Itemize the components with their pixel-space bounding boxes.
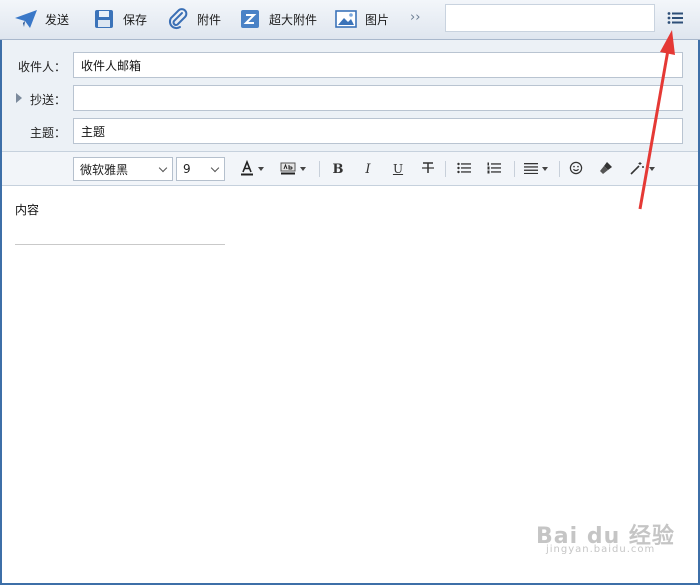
save-label: 保存 [123, 12, 148, 27]
cc-field[interactable] [73, 85, 683, 111]
image-label: 图片 [365, 12, 390, 27]
underline-button[interactable]: U [391, 160, 405, 178]
highlight-icon [280, 160, 296, 179]
magic-wand-icon [629, 161, 645, 178]
emoji-button[interactable] [569, 160, 583, 178]
save-button[interactable]: 保存 [92, 6, 147, 32]
list-menu-button[interactable] [662, 6, 688, 32]
caret-down-icon [542, 167, 548, 171]
watermark-url: jingyan.baidu.com [546, 544, 656, 555]
paper-plane-icon [14, 8, 38, 30]
chevron-down-icon [158, 163, 168, 173]
send-button[interactable]: 发送 [14, 6, 69, 32]
font-family-select[interactable]: 微软雅黑 [73, 157, 173, 181]
big-attach-button[interactable]: 超大附件 [238, 6, 317, 32]
format-painter-button[interactable] [599, 160, 613, 178]
bold-icon: B [332, 161, 344, 177]
body-content-text[interactable]: 内容 [15, 201, 39, 218]
format-toolbar: 微软雅黑 9 B I U [2, 152, 698, 186]
big-attach-label: 超大附件 [269, 12, 318, 27]
to-field[interactable] [73, 52, 683, 78]
bold-button[interactable]: B [331, 160, 345, 178]
magic-wand-button[interactable] [629, 160, 655, 178]
italic-button[interactable]: I [361, 160, 375, 178]
brush-icon [599, 161, 613, 178]
highlight-color-button[interactable] [280, 160, 306, 178]
chevron-down-icon [210, 163, 220, 173]
more-tools-button[interactable]: ›› [410, 10, 420, 25]
bullet-list-icon [457, 162, 471, 177]
numbered-list-icon [487, 162, 501, 177]
align-button[interactable] [524, 160, 548, 178]
smiley-icon [569, 161, 583, 178]
font-size-value: 9 [183, 162, 191, 176]
attach-label: 附件 [197, 12, 222, 27]
baidu-jingyan-watermark: Bai du 经验 jingyan.baidu.com [536, 518, 675, 555]
font-size-select[interactable]: 9 [176, 157, 225, 181]
cc-row: 抄送： [2, 85, 698, 111]
font-color-button[interactable] [240, 159, 264, 179]
align-icon [524, 162, 538, 177]
toolbar-search-input[interactable] [445, 4, 655, 32]
subject-field[interactable] [73, 118, 683, 144]
toolbar-divider [514, 161, 515, 177]
underline-icon: U [392, 162, 404, 176]
subject-row: 主题： [2, 118, 698, 144]
signature-divider [15, 244, 225, 245]
compose-toolbar: 发送 保存 附件 超大附件 图片 ›› [0, 0, 700, 40]
caret-down-icon [258, 167, 264, 171]
subject-label: 主题： [29, 126, 66, 140]
font-family-value: 微软雅黑 [80, 162, 129, 177]
image-button[interactable]: 图片 [334, 6, 389, 32]
italic-icon: I [365, 161, 371, 177]
bullet-list-button[interactable] [457, 160, 471, 178]
font-color-icon [240, 159, 254, 179]
list-icon [667, 11, 683, 28]
cc-label: 抄送： [29, 93, 66, 107]
strikethrough-icon [421, 161, 435, 178]
caret-down-icon [300, 167, 306, 171]
paperclip-icon [166, 8, 190, 30]
toolbar-divider [445, 161, 446, 177]
send-label: 发送 [45, 12, 70, 27]
toolbar-divider [319, 161, 320, 177]
attach-button[interactable]: 附件 [166, 6, 221, 32]
to-label: 收件人： [17, 60, 66, 74]
picture-icon [334, 8, 358, 30]
numbered-list-button[interactable] [487, 160, 501, 178]
toolbar-divider [559, 161, 560, 177]
floppy-disk-icon [92, 8, 116, 30]
caret-down-icon [649, 167, 655, 171]
header-fields: 收件人： 抄送： 主题： [2, 40, 698, 152]
to-row: 收件人： [2, 52, 698, 78]
strikethrough-button[interactable] [420, 160, 436, 178]
expand-triangle-icon[interactable] [16, 93, 22, 103]
large-file-icon [238, 8, 262, 30]
